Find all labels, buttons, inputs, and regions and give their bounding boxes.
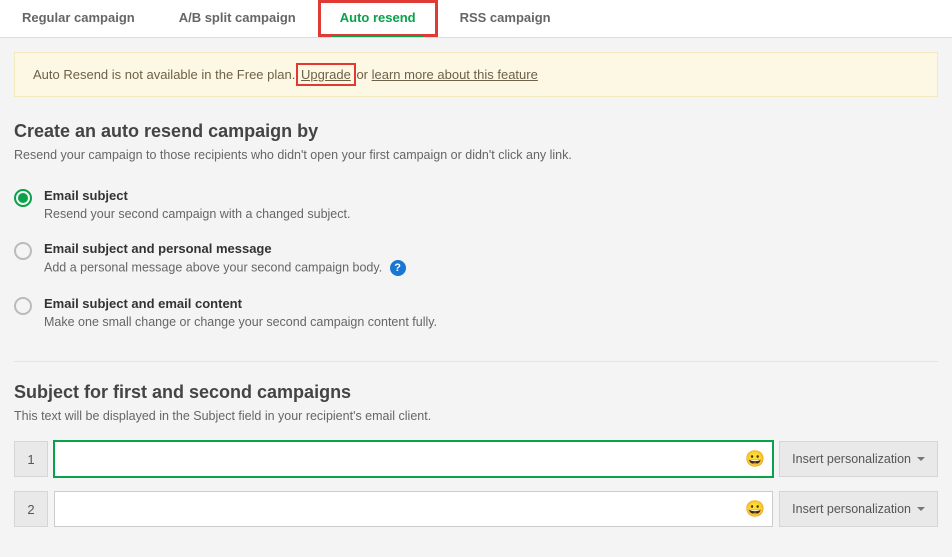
option-desc: Make one small change or change your sec…	[44, 315, 938, 329]
resend-options: Email subject Resend your second campaig…	[14, 180, 938, 341]
subject-number: 1	[14, 441, 48, 477]
section-sub-create: Resend your campaign to those recipients…	[14, 148, 938, 162]
subject-input-1[interactable]	[54, 441, 773, 477]
alert-text: Auto Resend is not available in the Free…	[33, 67, 299, 82]
personalization-label: Insert personalization	[792, 452, 911, 466]
subject-number: 2	[14, 491, 48, 527]
emoji-icon[interactable]: 😀	[745, 449, 765, 469]
insert-personalization-button[interactable]: Insert personalization	[779, 441, 938, 477]
learn-more-link[interactable]: learn more about this feature	[372, 67, 538, 82]
campaign-type-tabs: Regular campaign A/B split campaign Auto…	[0, 0, 952, 38]
alert-middle: or	[353, 67, 372, 82]
chevron-down-icon	[917, 457, 925, 461]
emoji-icon[interactable]: 😀	[745, 499, 765, 519]
section-title-subjects: Subject for first and second campaigns	[14, 382, 938, 403]
help-icon[interactable]: ?	[390, 260, 406, 276]
subject-row-2: 2 😀 Insert personalization	[14, 491, 938, 527]
option-desc: Add a personal message above your second…	[44, 260, 938, 276]
personalization-label: Insert personalization	[792, 502, 911, 516]
option-desc: Resend your second campaign with a chang…	[44, 207, 938, 221]
chevron-down-icon	[917, 507, 925, 511]
tab-auto-resend[interactable]: Auto resend	[318, 0, 438, 37]
option-title: Email subject and email content	[44, 296, 938, 311]
insert-personalization-button[interactable]: Insert personalization	[779, 491, 938, 527]
subject-row-1: 1 😀 Insert personalization	[14, 441, 938, 477]
tab-regular-campaign[interactable]: Regular campaign	[0, 0, 157, 37]
upgrade-alert: Auto Resend is not available in the Free…	[14, 52, 938, 97]
tab-ab-split-campaign[interactable]: A/B split campaign	[157, 0, 318, 37]
radio-subject-personal-message[interactable]	[14, 242, 32, 260]
section-sub-subjects: This text will be displayed in the Subje…	[14, 409, 938, 423]
divider	[14, 361, 938, 362]
option-title: Email subject	[44, 188, 938, 203]
option-subject-personal-message[interactable]: Email subject and personal message Add a…	[14, 233, 938, 288]
option-email-subject[interactable]: Email subject Resend your second campaig…	[14, 180, 938, 233]
upgrade-link[interactable]: Upgrade	[299, 66, 353, 83]
option-title: Email subject and personal message	[44, 241, 938, 256]
subject-input-2[interactable]	[54, 491, 773, 527]
tab-rss-campaign[interactable]: RSS campaign	[438, 0, 573, 37]
radio-email-subject[interactable]	[14, 189, 32, 207]
radio-subject-email-content[interactable]	[14, 297, 32, 315]
section-title-create: Create an auto resend campaign by	[14, 121, 938, 142]
option-subject-email-content[interactable]: Email subject and email content Make one…	[14, 288, 938, 341]
